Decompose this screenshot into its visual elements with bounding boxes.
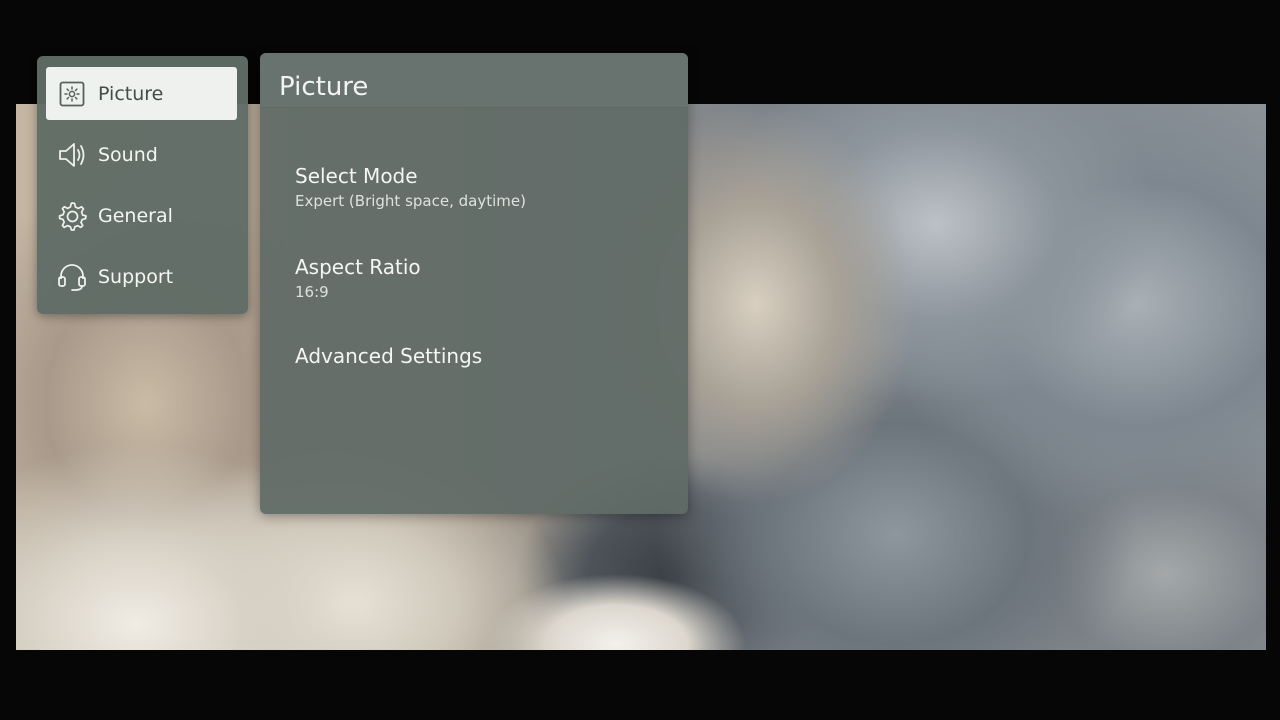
option-aspect-ratio[interactable]: Aspect Ratio 16:9 [295, 255, 665, 302]
menu-item-label: Support [98, 265, 174, 288]
tv-screen: Picture Sound General Support Picture Se… [0, 0, 1280, 720]
headset-icon [56, 261, 88, 293]
gear-icon [56, 200, 88, 232]
option-value: 16:9 [295, 283, 329, 301]
menu-item-picture[interactable]: Picture [46, 67, 237, 120]
menu-item-support[interactable]: Support [46, 250, 237, 303]
option-select-mode[interactable]: Select Mode Expert (Bright space, daytim… [295, 164, 665, 211]
panel-title: Picture [279, 72, 369, 102]
settings-category-menu: Picture Sound General Support [37, 56, 248, 314]
option-label: Select Mode [295, 164, 418, 188]
picture-icon [56, 78, 88, 110]
menu-item-general[interactable]: General [46, 189, 237, 242]
menu-item-label: General [98, 204, 173, 227]
picture-settings-panel: Picture Select Mode Expert (Bright space… [260, 53, 688, 514]
menu-item-label: Picture [98, 82, 164, 105]
option-advanced-settings[interactable]: Advanced Settings [295, 344, 665, 368]
menu-item-label: Sound [98, 143, 158, 166]
option-value: Expert (Bright space, daytime) [295, 192, 526, 210]
option-label: Advanced Settings [295, 344, 483, 368]
menu-item-sound[interactable]: Sound [46, 128, 237, 181]
speaker-icon [56, 139, 88, 171]
panel-header: Picture [260, 53, 688, 108]
option-label: Aspect Ratio [295, 255, 421, 279]
